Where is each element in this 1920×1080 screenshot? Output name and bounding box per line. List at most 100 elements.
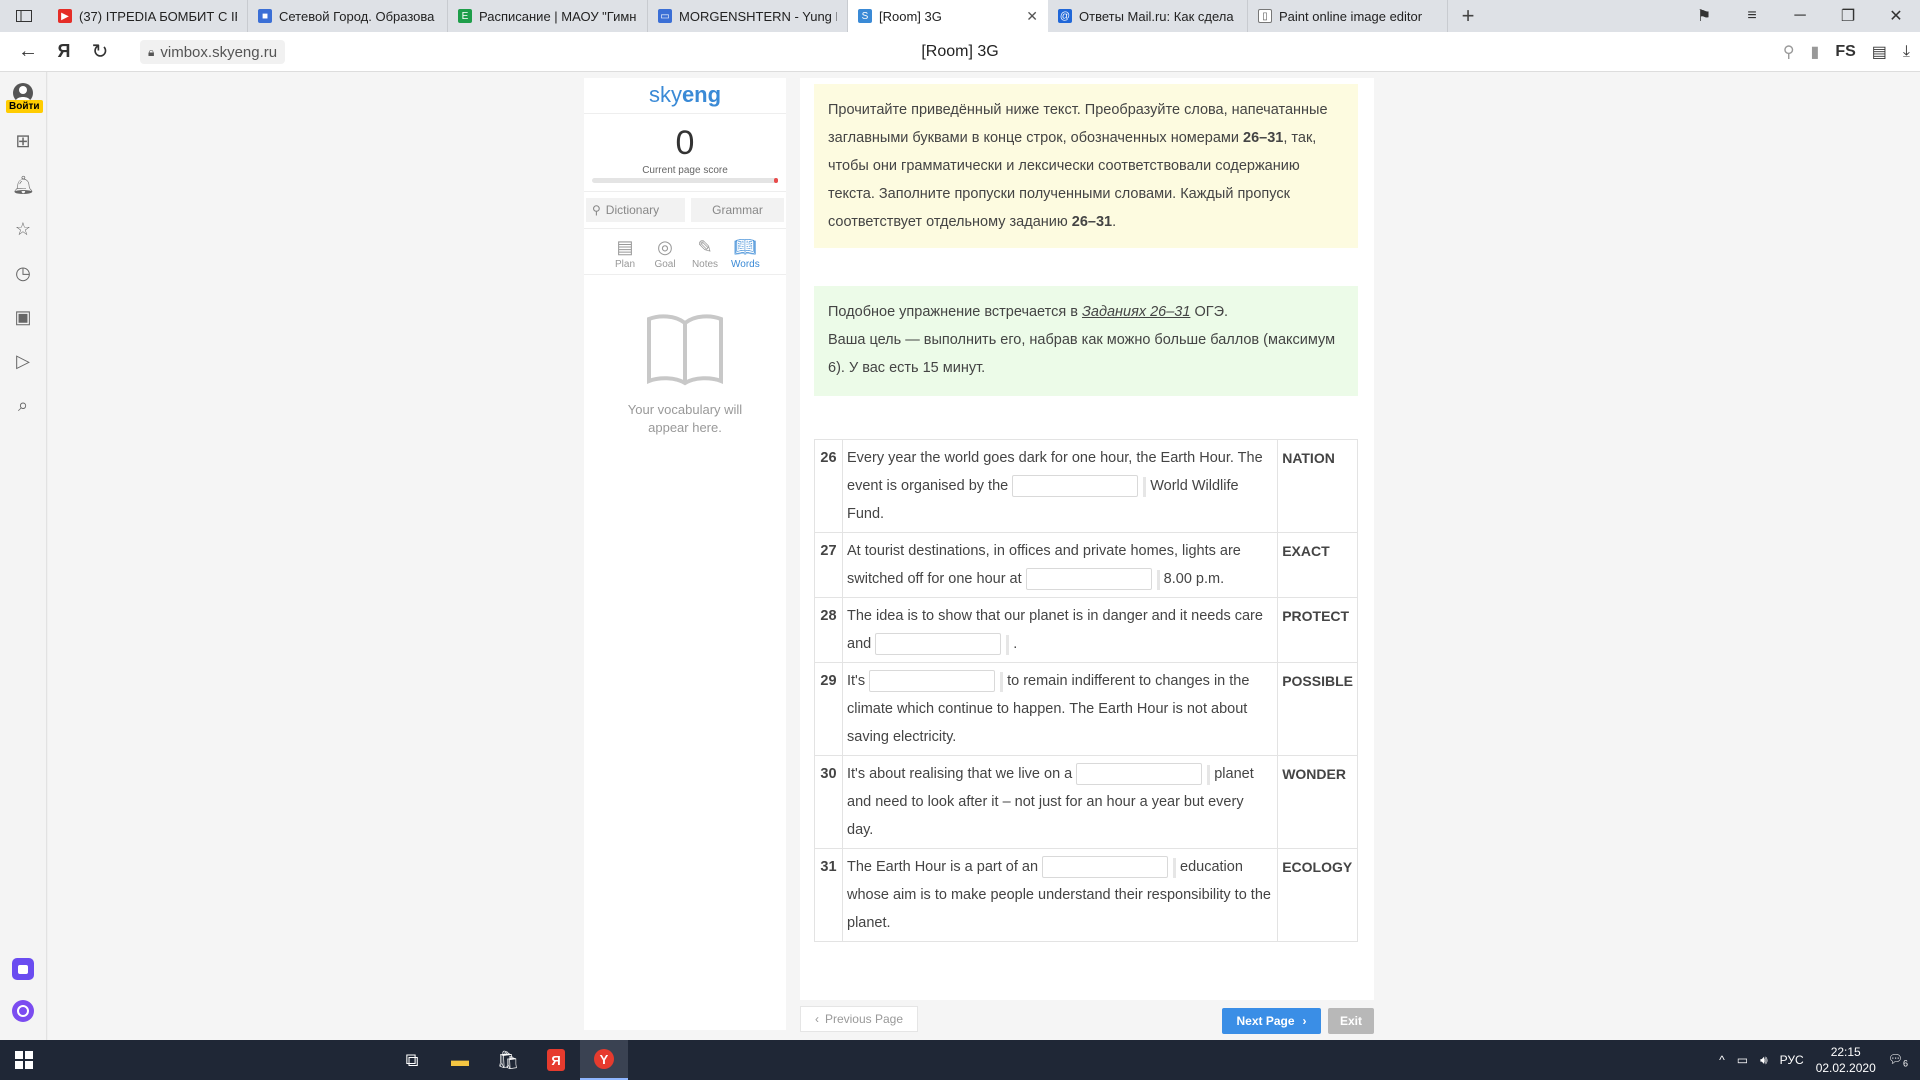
tool-goal[interactable]: ◎ Goal — [651, 237, 679, 270]
tool-notes[interactable]: ✎ Notes — [691, 237, 719, 270]
score-box: 0 Current page score — [584, 114, 786, 192]
tool-words-label: Words — [731, 259, 760, 270]
reload-button[interactable]: ↻ — [82, 39, 118, 64]
yandex-browser-icon[interactable]: Y — [580, 1040, 628, 1080]
base-word: PROTECT — [1277, 597, 1358, 663]
skyeng-logo[interactable]: skyeng — [584, 78, 786, 114]
yandex-app-icon[interactable]: Я — [532, 1040, 580, 1080]
dictionary-search[interactable]: ⚲ Dictionary — [586, 198, 685, 222]
answer-input[interactable] — [1025, 568, 1160, 591]
lock-icon: 🔒︎ — [148, 44, 155, 59]
url-field[interactable]: 🔒︎ vimbox.skyeng.ru — [140, 40, 286, 64]
vocabulary-empty-state: Your vocabulary will appear here. — [584, 311, 786, 437]
answer-input[interactable] — [875, 633, 1010, 656]
back-button[interactable]: ← — [10, 40, 46, 63]
alice-voice-icon[interactable] — [12, 1000, 34, 1022]
tab-title: Расписание | МАОУ "Гимн — [479, 8, 637, 24]
zen-icon[interactable]: ▣ — [12, 306, 34, 328]
browser-tab[interactable]: @ Ответы Mail.ru: Как сдела — [1048, 0, 1248, 32]
score-label: Current page score — [642, 165, 728, 176]
task-sentence: At tourist destinations, in offices and … — [841, 532, 1279, 598]
goal-icon: ◎ — [657, 237, 673, 257]
browser-tab[interactable]: S [Room] 3G ✕ — [848, 0, 1048, 32]
clock[interactable]: 22:15 02.02.2020 — [1816, 1044, 1876, 1076]
network-icon[interactable]: ▭ — [1737, 1053, 1748, 1067]
minimize-button[interactable]: ─ — [1776, 7, 1824, 25]
answer-input[interactable] — [1012, 475, 1147, 498]
tool-plan[interactable]: ▤ Plan — [611, 237, 639, 270]
sentence-after: 8.00 p.m. — [1163, 571, 1225, 587]
chevron-right-icon: › — [1302, 1014, 1307, 1028]
answer-input[interactable] — [1042, 856, 1177, 879]
file-explorer-icon[interactable]: ▬ — [436, 1040, 484, 1080]
fs-icon[interactable]: FS — [1835, 43, 1855, 61]
browser-tab[interactable]: E Расписание | МАОУ "Гимн — [448, 0, 648, 32]
close-window-button[interactable]: ✕ — [1872, 6, 1920, 26]
new-tab-button[interactable]: + — [1448, 3, 1488, 29]
sentence-before: It's about realising that we live on a — [847, 766, 1073, 782]
browser-tab[interactable]: ▶ (37) ITPEDIA БОМБИТ С IP — [48, 0, 248, 32]
bookmark-icon[interactable]: ▮ — [1811, 42, 1820, 62]
notifications-icon[interactable]: 💬︎6 — [1888, 1052, 1908, 1068]
url-text: vimbox.skyeng.ru — [160, 43, 278, 61]
base-word: EXACT — [1277, 532, 1358, 598]
login-badge[interactable]: Войти — [6, 100, 43, 113]
window-controls: ⚑ ≡ ─ ❐ ✕ — [1680, 0, 1920, 32]
address-bar: ← Я ↻ 🔒︎ vimbox.skyeng.ru [Room] 3G ⚲ ▮ … — [0, 32, 1920, 72]
tasks-link[interactable]: Заданиях 26–31 — [1082, 304, 1190, 320]
restore-button[interactable]: ❐ — [1824, 6, 1872, 26]
history-icon[interactable]: ◷ — [12, 262, 34, 284]
browser-tab[interactable]: ■ Сетевой Город. Образова — [248, 0, 448, 32]
browser-tab[interactable]: ▯ Paint online image editor — [1248, 0, 1448, 32]
clock-date: 02.02.2020 — [1815, 1061, 1876, 1075]
browser-sidebar: Войти ⊞ 🔔︎ ☆ ◷ ▣ ▷ ⌕ — [0, 72, 47, 1040]
base-word: POSSIBLE — [1277, 662, 1358, 756]
task-row: 31 The Earth Hour is a part of an educatio… — [814, 848, 1358, 942]
windows-start-icon[interactable] — [0, 1040, 48, 1080]
star-icon[interactable]: ☆ — [12, 218, 34, 240]
task-number: 26 — [814, 439, 843, 533]
bookmarks-icon[interactable]: ⚑ — [1680, 6, 1728, 26]
search-icon: ⚲ — [592, 203, 601, 217]
svg-text:Я: Я — [551, 1053, 560, 1068]
bell-icon[interactable]: 🔔︎ — [12, 174, 35, 196]
task-row: 26 Every year the world goes dark for one… — [814, 439, 1358, 533]
exit-button[interactable]: Exit — [1328, 1008, 1374, 1034]
answer-input[interactable] — [1076, 763, 1211, 786]
alice-app-icon[interactable] — [12, 958, 34, 980]
close-tab-icon[interactable]: ✕ — [1026, 8, 1038, 25]
instruction-box: Прочитайте приведённый ниже текст. Преоб… — [814, 84, 1358, 248]
tab-grammar[interactable]: Grammar — [691, 198, 784, 222]
search-icon[interactable]: ⚲ — [1783, 42, 1795, 62]
browser-tab[interactable]: ▭ MORGENSHTERN - Yung H — [648, 0, 848, 32]
doc-search-icon[interactable]: ⌕ — [12, 394, 34, 416]
tab-favicon-icon: ▯ — [1258, 9, 1272, 23]
previous-page-button[interactable]: ‹ Previous Page — [800, 1006, 918, 1032]
language-indicator[interactable]: РУС — [1780, 1053, 1804, 1067]
browser-menu-icon[interactable]: ≡ — [1728, 7, 1776, 25]
tool-words[interactable]: 📖︎ Words — [731, 237, 760, 270]
task-sentence: The Earth Hour is a part of an education … — [841, 848, 1279, 942]
apps-grid-icon[interactable]: ⊞ — [12, 130, 34, 152]
store-icon[interactable]: 🛍︎ — [484, 1040, 532, 1080]
answer-input[interactable] — [869, 670, 1004, 693]
video-icon[interactable]: ▷ — [12, 350, 34, 372]
base-word: NATION — [1277, 439, 1358, 533]
open-book-icon — [647, 314, 723, 386]
vocab-line-2: appear here. — [648, 420, 722, 435]
task-number: 31 — [814, 848, 843, 942]
task-row: 29 It's to remain indifferent to changes i… — [814, 662, 1358, 756]
task-sentence: It's to remain indifferent to changes in … — [841, 662, 1279, 756]
tab-title: (37) ITPEDIA БОМБИТ С IP — [79, 8, 237, 24]
chevron-up-icon[interactable]: ^ — [1719, 1053, 1725, 1067]
next-page-button[interactable]: Next Page › — [1222, 1008, 1321, 1034]
collections-icon[interactable]: ▤ — [1872, 42, 1887, 62]
download-icon[interactable]: ⤓ — [1903, 43, 1910, 61]
tab-favicon-icon: E — [458, 9, 472, 23]
volume-icon[interactable]: 🔊︎ — [1760, 1053, 1768, 1068]
task-view-icon[interactable]: ⧉ — [388, 1040, 436, 1080]
tab-title: [Room] 3G — [879, 8, 942, 24]
yandex-home-button[interactable]: Я — [46, 41, 82, 62]
page-title: [Room] 3G — [921, 43, 999, 60]
tabs-menu-icon[interactable] — [0, 0, 48, 32]
